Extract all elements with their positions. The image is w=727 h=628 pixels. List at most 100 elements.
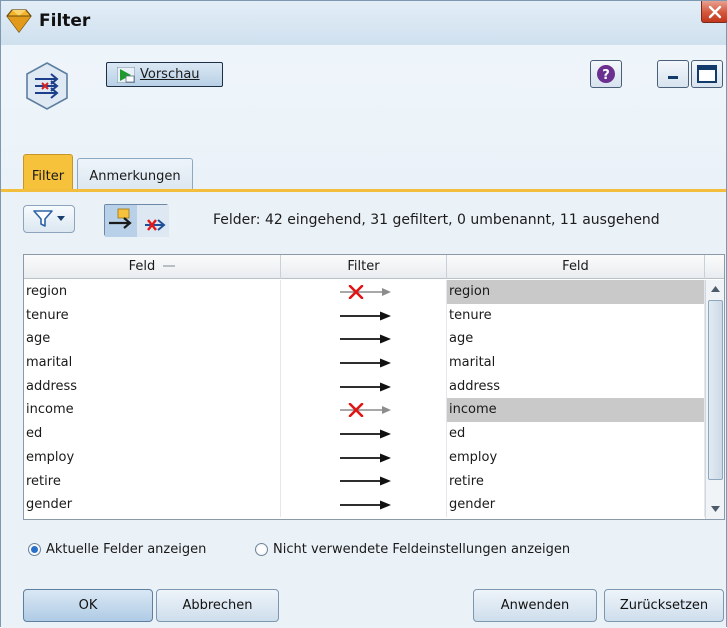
- table-row[interactable]: employ employ: [24, 445, 705, 470]
- column-header-filter[interactable]: Filter: [281, 255, 447, 279]
- column-header-output-field[interactable]: Feld: [447, 255, 705, 279]
- output-field-cell: tenure: [447, 303, 705, 328]
- table-row[interactable]: retire retire: [24, 469, 705, 494]
- radio-label: Aktuelle Felder anzeigen: [46, 542, 207, 557]
- title-bar: Filter: [1, 1, 727, 45]
- radio-show-unused-settings[interactable]: Nicht verwendete Feldeinstellungen anzei…: [255, 542, 570, 557]
- pass-arrow-icon: [339, 453, 391, 463]
- chevron-down-icon: [57, 216, 65, 221]
- reset-button[interactable]: Zurücksetzen: [604, 589, 724, 622]
- minimize-button[interactable]: [657, 60, 689, 88]
- svg-text:?: ?: [602, 68, 610, 83]
- play-icon: [117, 66, 135, 83]
- table-row[interactable]: gender gender: [24, 493, 705, 517]
- field-name-cell: ed: [24, 422, 281, 446]
- cancel-button[interactable]: Abbrechen: [156, 589, 279, 622]
- chevron-up-icon: [711, 286, 720, 292]
- minimize-icon: [668, 76, 678, 79]
- table-row[interactable]: marital marital: [24, 351, 705, 375]
- preview-button[interactable]: Vorschau: [106, 62, 223, 87]
- pass-arrow-icon: [339, 476, 391, 486]
- output-field-cell: region: [447, 280, 705, 304]
- column-header-field[interactable]: Feld: [24, 255, 281, 279]
- field-filter-table: Feld Filter Feld region region tenure tenur…: [23, 254, 725, 520]
- filter-toggle-cell[interactable]: [281, 422, 447, 446]
- output-field-cell: income: [447, 398, 705, 423]
- ok-button[interactable]: OK: [23, 589, 153, 622]
- table-row[interactable]: income income: [24, 398, 705, 423]
- filtered-arrow-icon: [339, 403, 391, 418]
- pass-arrow-icon: [339, 358, 391, 368]
- filtered-arrow-icon: [339, 284, 391, 299]
- table-row[interactable]: address address: [24, 374, 705, 399]
- radio-show-current-fields[interactable]: Aktuelle Felder anzeigen: [28, 542, 206, 557]
- radio-button[interactable]: [255, 543, 268, 556]
- filter-toggle-cell[interactable]: [281, 469, 447, 494]
- apply-button[interactable]: Anwenden: [473, 589, 597, 622]
- filter-toggle-cell[interactable]: [281, 327, 447, 352]
- field-name-cell: gender: [24, 493, 281, 517]
- table-row[interactable]: region region: [24, 280, 705, 304]
- filter-node-icon: [26, 62, 68, 110]
- output-field-cell: address: [447, 374, 705, 399]
- scroll-up-button[interactable]: [708, 282, 723, 296]
- field-name-cell: address: [24, 374, 281, 399]
- close-window-button[interactable]: [701, 1, 727, 23]
- field-name-cell: region: [24, 280, 281, 304]
- funnel-icon: [33, 210, 53, 227]
- field-name-cell: employ: [24, 445, 281, 470]
- close-icon: [708, 5, 721, 18]
- diamond-node-icon: [6, 9, 32, 33]
- output-field-cell: retire: [447, 469, 705, 494]
- help-icon: ?: [597, 65, 615, 83]
- help-button[interactable]: ?: [590, 60, 622, 88]
- pass-arrow-icon: [339, 311, 391, 321]
- field-name-cell: retire: [24, 469, 281, 494]
- filter-toggle-cell[interactable]: [281, 374, 447, 399]
- scroll-down-button[interactable]: [708, 502, 723, 516]
- remove-fields-icon: [105, 205, 169, 237]
- table-body: region region tenure tenure age age marital mar…: [24, 280, 705, 517]
- filter-options-dropdown[interactable]: [23, 205, 75, 233]
- chevron-down-icon: [711, 506, 720, 512]
- table-row[interactable]: tenure tenure: [24, 303, 705, 328]
- maximize-icon: [697, 65, 717, 83]
- table-row[interactable]: age age: [24, 327, 705, 352]
- filter-toggle-cell[interactable]: [281, 445, 447, 470]
- table-row[interactable]: ed ed: [24, 422, 705, 446]
- field-name-cell: age: [24, 327, 281, 352]
- field-summary: Felder: 42 eingehend, 31 gefiltert, 0 um…: [213, 212, 660, 228]
- vertical-scrollbar[interactable]: [705, 280, 724, 519]
- output-field-cell: ed: [447, 422, 705, 446]
- tab-filter-label: Filter: [31, 169, 65, 184]
- window-title: Filter: [39, 11, 91, 31]
- radio-label: Nicht verwendete Feldeinstellungen anzei…: [273, 542, 571, 557]
- tab-annotations-label: Anmerkungen: [89, 169, 181, 184]
- field-name-cell: tenure: [24, 303, 281, 328]
- toggle-filter-button[interactable]: [104, 204, 169, 237]
- output-field-cell: age: [447, 327, 705, 352]
- pass-arrow-icon: [339, 382, 391, 392]
- table-header: Feld Filter Feld: [24, 255, 724, 279]
- pass-arrow-icon: [339, 334, 391, 344]
- maximize-button[interactable]: [691, 60, 723, 88]
- field-name-cell: income: [24, 398, 281, 423]
- filter-toggle-cell[interactable]: [281, 398, 447, 423]
- output-field-cell: employ: [447, 445, 705, 470]
- scrollbar-thumb[interactable]: [708, 300, 723, 480]
- pass-arrow-icon: [339, 429, 391, 439]
- tab-filter[interactable]: Filter: [23, 154, 73, 190]
- filter-toggle-cell[interactable]: [281, 280, 447, 304]
- filter-toggle-cell[interactable]: [281, 351, 447, 375]
- preview-label: Vorschau: [140, 67, 200, 82]
- filter-toggle-cell[interactable]: [281, 303, 447, 328]
- sort-indicator-icon: [163, 265, 176, 267]
- output-field-cell: gender: [447, 493, 705, 517]
- field-name-cell: marital: [24, 351, 281, 375]
- tab-annotations[interactable]: Anmerkungen: [77, 158, 193, 190]
- pass-arrow-icon: [339, 500, 391, 510]
- filter-toggle-cell[interactable]: [281, 493, 447, 517]
- output-field-cell: marital: [447, 351, 705, 375]
- filter-dialog: Filter Vorschau ? Filter Anmerkungen Fel…: [0, 0, 727, 628]
- radio-button[interactable]: [28, 543, 41, 556]
